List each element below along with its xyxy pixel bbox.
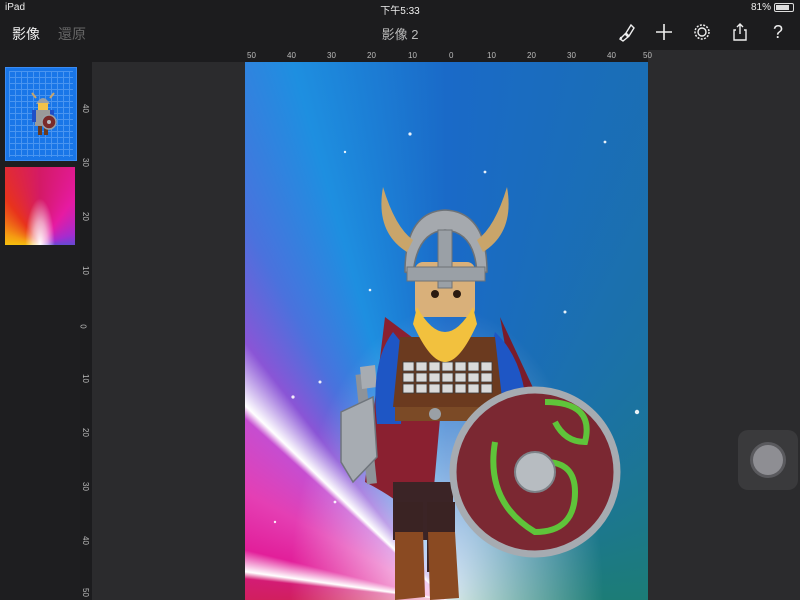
battery-icon	[774, 3, 794, 12]
toolbar-actions: ?	[616, 22, 788, 42]
battery-percent: 81%	[750, 2, 771, 13]
layer-thumbnail-rainbow[interactable]	[5, 167, 75, 245]
ruler-top-label: 30	[327, 51, 336, 60]
share-icon[interactable]	[730, 22, 750, 42]
layer-thumbnail-viking[interactable]	[5, 67, 77, 161]
ruler-top-label: 20	[527, 51, 536, 60]
ruler-left-label: 50	[80, 588, 90, 597]
battery-fill	[776, 5, 789, 10]
ruler-top-label: 40	[607, 51, 616, 60]
battery-indicator: 81%	[751, 2, 794, 13]
status-bar: iPad 下午5:33 81%	[0, 0, 800, 17]
ruler-top-label: 50	[643, 51, 652, 60]
ruler-left-label: 20	[80, 428, 90, 437]
ruler-left-label: 40	[80, 104, 90, 113]
ruler-left: 40 30 20 10 0 10 20 30 40 50	[78, 62, 92, 600]
ruler-corner	[80, 50, 245, 62]
brush-icon[interactable]	[616, 22, 636, 42]
ruler-left-label: 40	[80, 536, 90, 545]
ruler-top-label: 10	[408, 51, 417, 60]
status-time: 下午5:33	[380, 6, 420, 17]
ruler-left-label: 30	[80, 158, 90, 167]
settings-icon[interactable]	[692, 22, 712, 42]
ruler-left-label: 20	[80, 212, 90, 221]
help-icon[interactable]: ?	[768, 22, 788, 42]
drawing-canvas[interactable]	[245, 62, 648, 600]
ruler-left-label: 0	[78, 324, 88, 329]
ruler-left-label: 10	[80, 374, 90, 383]
viking-figure-illustration	[273, 132, 640, 600]
viking-thumbnail-icon	[31, 92, 57, 135]
gallery-button[interactable]: 影像	[12, 24, 40, 44]
ruler-top-label: 40	[287, 51, 296, 60]
ruler-left-label: 30	[80, 482, 90, 491]
add-icon[interactable]	[654, 22, 674, 42]
ruler-left-label: 10	[80, 266, 90, 275]
ruler-top-label: 0	[449, 51, 454, 60]
ruler-top-label: 10	[487, 51, 496, 60]
layers-panel	[0, 50, 80, 600]
ruler-top-label: 30	[567, 51, 576, 60]
ruler-top-label: 50	[247, 51, 256, 60]
ruler-top-label: 20	[367, 51, 376, 60]
assistive-touch-icon	[753, 445, 783, 475]
ruler-top: 50 40 30 20 10 0 10 20 30 40 50	[245, 50, 652, 62]
assistive-touch-button[interactable]	[738, 430, 798, 490]
toolbar: 影像 還原 影像 2 ?	[0, 16, 800, 50]
undo-button[interactable]: 還原	[58, 24, 86, 44]
